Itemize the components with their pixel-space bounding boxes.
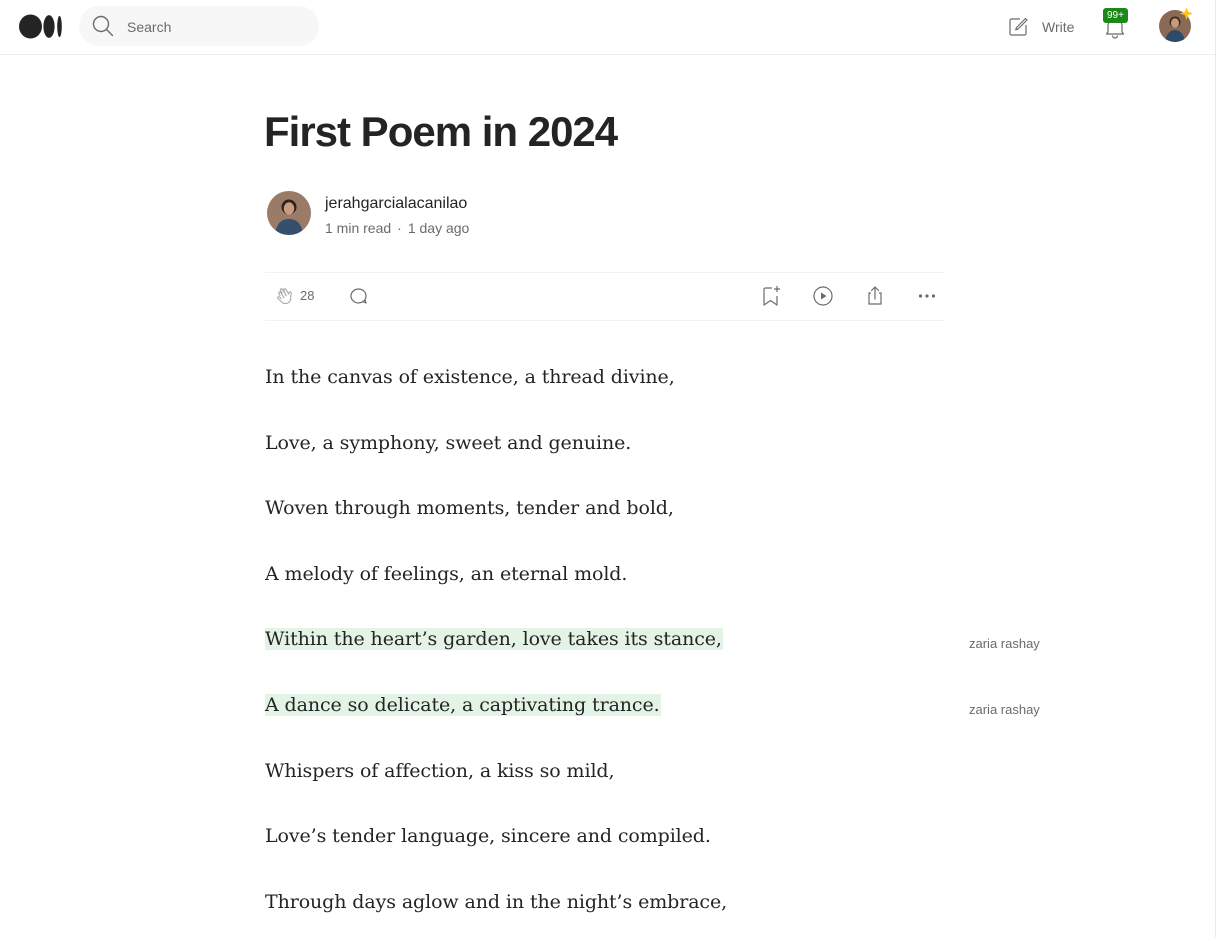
article-title: First Poem in 2024 <box>264 108 618 155</box>
write-label: Write <box>1042 19 1075 35</box>
responses-icon[interactable] <box>347 284 371 308</box>
highlighted-text[interactable]: Within the heart’s garden, love takes it… <box>265 628 723 651</box>
poem-line-text: A melody of feelings, an eternal mold. <box>265 562 628 585</box>
medium-logo-icon[interactable] <box>19 14 63 39</box>
membership-star-icon <box>1180 7 1193 20</box>
search-icon <box>92 15 114 37</box>
more-options-icon[interactable] <box>915 284 939 308</box>
highlighted-text[interactable]: A dance so delicate, a captivating tranc… <box>265 693 661 716</box>
bookmark-add-icon[interactable] <box>759 284 783 308</box>
notification-count-badge: 99+ <box>1103 8 1128 23</box>
published-date: 1 day ago <box>407 220 470 236</box>
article-body: In the canvas of existence, a thread div… <box>265 362 965 952</box>
poem-line-text: Woven through moments, tender and bold, <box>265 497 674 520</box>
article-meta: 1 min read · 1 day ago <box>325 219 469 237</box>
share-icon[interactable] <box>863 284 887 308</box>
search-box[interactable] <box>79 6 319 46</box>
top-navigation-bar: Write 99+ <box>0 0 1215 55</box>
write-button[interactable]: Write <box>1006 14 1074 40</box>
highlight-author-label[interactable]: zaria rashay <box>969 702 1040 717</box>
poem-line-text: Love’s tender language, sincere and comp… <box>265 825 711 848</box>
highlight-author-label[interactable]: zaria rashay <box>969 636 1040 651</box>
poem-line: Woven through moments, tender and bold, <box>265 493 965 559</box>
author-avatar-image <box>267 191 311 235</box>
poem-line: A melody of feelings, an eternal mold. <box>265 559 965 625</box>
write-icon <box>1009 17 1028 36</box>
poem-line: In the canvas of existence, a thread div… <box>265 362 965 428</box>
poem-line: Whispers of affection, a kiss so mild, <box>265 756 965 822</box>
author-name-link[interactable]: jerahgarcialacanilao <box>325 194 467 214</box>
clap-icon[interactable] <box>273 284 297 308</box>
read-time: 1 min read <box>325 220 392 236</box>
poem-line: Love’s tender language, sincere and comp… <box>265 821 965 887</box>
highlighted-poem-line[interactable]: A dance so delicate, a captivating tranc… <box>265 690 965 756</box>
highlighted-poem-line[interactable]: Within the heart’s garden, love takes it… <box>265 624 965 690</box>
poem-line-text: Whispers of affection, a kiss so mild, <box>265 759 615 782</box>
poem-line-text: Love, a symphony, sweet and genuine. <box>265 431 632 454</box>
listen-play-icon[interactable] <box>811 284 835 308</box>
poem-line-text: In the canvas of existence, a thread div… <box>265 366 675 388</box>
meta-separator: · <box>397 220 402 236</box>
page-border <box>1215 0 1216 937</box>
poem-line: Through days aglow and in the night’s em… <box>265 887 965 952</box>
clap-count: 28 <box>300 288 315 303</box>
poem-line-text: Through days aglow and in the night’s em… <box>265 890 728 913</box>
article-action-bar: 28 <box>265 272 944 321</box>
search-input[interactable] <box>125 16 309 38</box>
poem-line: Love, a symphony, sweet and genuine. <box>265 428 965 494</box>
author-avatar[interactable] <box>267 191 311 235</box>
